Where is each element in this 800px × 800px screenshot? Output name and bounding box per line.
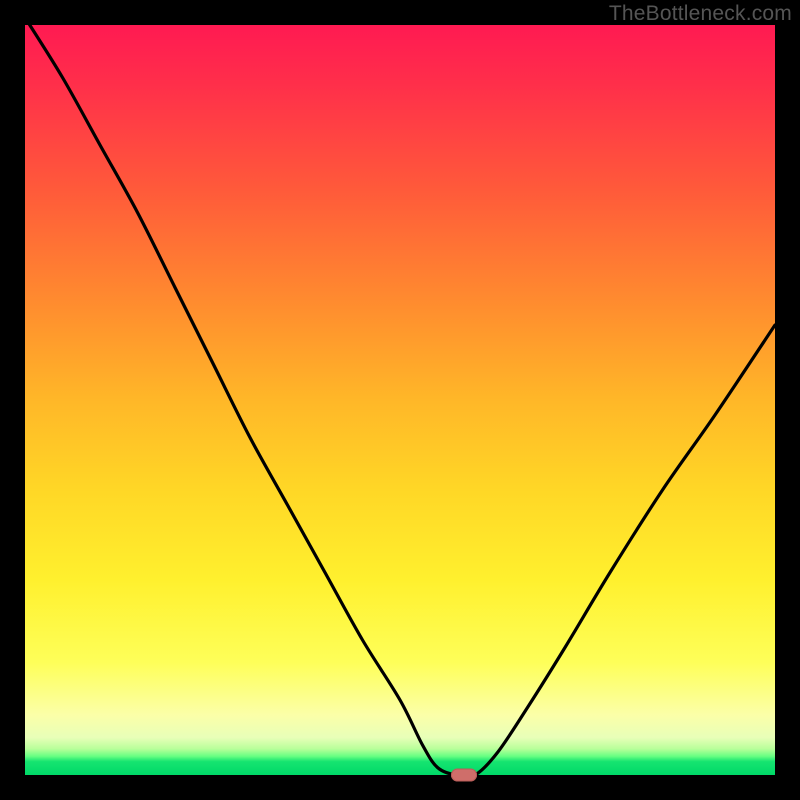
plot-area xyxy=(25,25,775,775)
optimum-marker xyxy=(451,769,477,782)
curve-path xyxy=(25,18,775,777)
bottleneck-curve xyxy=(25,25,775,775)
watermark-text: TheBottleneck.com xyxy=(609,2,792,26)
chart-frame: TheBottleneck.com xyxy=(0,0,800,800)
